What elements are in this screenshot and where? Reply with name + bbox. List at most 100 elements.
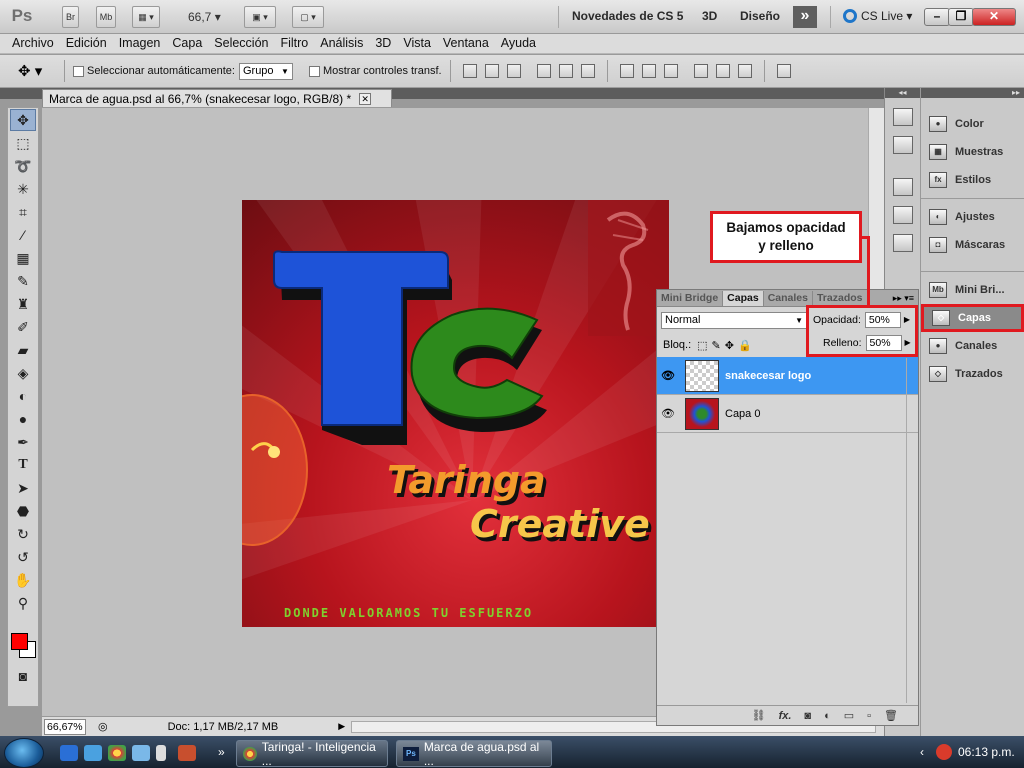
pen-tool-icon[interactable]: ✒ (10, 431, 36, 453)
device-icon[interactable] (156, 745, 166, 761)
move-tool-icon[interactable]: ✥ (10, 109, 36, 131)
workspace-3d[interactable]: 3D (702, 9, 717, 23)
eyedropper-tool-icon[interactable]: ⁄ (10, 224, 36, 246)
history-brush-tool-icon[interactable]: ✐ (10, 316, 36, 338)
align-bottom-icon[interactable] (506, 64, 521, 78)
align-hcenter-icon[interactable] (558, 64, 573, 78)
visibility-eye-icon[interactable]: 👁 (657, 369, 679, 382)
shape-tool-icon[interactable]: ⬣ (10, 500, 36, 522)
adjustment-icon[interactable]: ◐ (824, 710, 831, 722)
dock-item-layers[interactable]: ◇ Capas (921, 304, 1024, 332)
distribute-top-icon[interactable] (619, 64, 634, 78)
type-tool-icon[interactable]: T (10, 454, 36, 476)
marquee-tool-icon[interactable]: ⬚ (10, 132, 36, 154)
artwork-canvas[interactable]: Taringa Creative DONDE VALORAMOS TU ESFU… (242, 200, 669, 627)
mask-icon[interactable]: ◙ (804, 710, 811, 722)
menu-ventana[interactable]: Ventana (437, 34, 495, 53)
path-selection-tool-icon[interactable]: ➤ (10, 477, 36, 499)
screen-mode-button[interactable]: ▢ ▾ (292, 6, 324, 28)
actions-panel-icon[interactable] (892, 136, 913, 154)
distribute-vcenter-icon[interactable] (641, 64, 656, 78)
messenger-icon[interactable] (132, 745, 150, 761)
start-button[interactable] (4, 738, 44, 768)
menu-archivo[interactable]: Archivo (6, 34, 60, 53)
dock-item-masks[interactable]: ◘ Máscaras (921, 231, 1024, 259)
brush-presets-icon[interactable] (892, 206, 913, 224)
ie-icon[interactable] (60, 745, 78, 761)
clone-stamp-tool-icon[interactable]: ♜ (10, 293, 36, 315)
close-button[interactable]: ✕ (972, 8, 1016, 26)
3d-rotate-tool-icon[interactable]: ↻ (10, 523, 36, 545)
workspace-whats-new[interactable]: Novedades de CS 5 (572, 9, 683, 23)
layer-row-snakecesar[interactable]: 👁 snakecesar logo (657, 357, 918, 395)
align-vcenter-icon[interactable] (484, 64, 499, 78)
clock[interactable]: 06:13 p.m. (958, 745, 1015, 759)
collapse-icon[interactable]: ◂◂ (885, 88, 920, 98)
layer-row-capa0[interactable]: 👁 Capa 0 (657, 395, 918, 433)
menu-ayuda[interactable]: Ayuda (495, 34, 542, 53)
explorer-icon[interactable] (84, 745, 102, 761)
visibility-eye-icon[interactable]: 👁 (657, 407, 679, 420)
menu-seleccion[interactable]: Selección (208, 34, 274, 53)
clone-source-icon[interactable] (892, 234, 913, 252)
auto-select-checkbox[interactable] (73, 65, 84, 77)
tab-paths[interactable]: Trazados (812, 290, 868, 306)
folder-icon[interactable] (178, 745, 196, 761)
tab-mini-bridge[interactable]: Mini Bridge (657, 290, 724, 306)
dock-item-color[interactable]: ● Color (921, 110, 1024, 138)
distribute-right-icon[interactable] (737, 64, 752, 78)
auto-align-icon[interactable] (776, 64, 791, 78)
layers-scrollbar[interactable] (906, 358, 916, 703)
hand-tool-icon[interactable]: ✋ (10, 569, 36, 591)
blend-mode-dropdown[interactable]: Normal ▼ (661, 311, 807, 329)
fill-slider-arrow-icon[interactable]: ▶ (905, 338, 911, 347)
tray-arrow-icon[interactable]: ‹ (920, 745, 924, 759)
quick-select-tool-icon[interactable]: ✳ (10, 178, 36, 200)
align-left-icon[interactable] (536, 64, 551, 78)
move-tool-preset-icon[interactable]: ✥ ▾ (18, 62, 56, 80)
auto-select-dropdown[interactable]: Grupo ▼ (238, 62, 293, 80)
document-tab[interactable]: Marca de agua.psd al 66,7% (snakecesar l… (42, 89, 392, 107)
eraser-tool-icon[interactable]: ▰ (10, 339, 36, 361)
status-menu-arrow-icon[interactable]: ▶ (338, 721, 345, 732)
distribute-hcenter-icon[interactable] (715, 64, 730, 78)
menu-vista[interactable]: Vista (397, 34, 437, 53)
taskbar-button-photoshop[interactable]: Ps Marca de agua.psd al ... (396, 740, 552, 768)
lasso-tool-icon[interactable]: ➰ (10, 155, 36, 177)
distribute-left-icon[interactable] (693, 64, 708, 78)
dock-item-adjustments[interactable]: ◐ Ajustes (921, 203, 1024, 231)
menu-capa[interactable]: Capa (166, 34, 208, 53)
paint-bucket-tool-icon[interactable]: ◈ (10, 362, 36, 384)
taskbar-button-chrome[interactable]: Taringa! - Inteligencia ... (236, 740, 388, 768)
foreground-color-swatch[interactable] (11, 633, 28, 650)
view-extras-button[interactable]: ▦ ▾ (132, 6, 160, 28)
bridge-button[interactable]: Br (62, 6, 79, 28)
lock-icons[interactable]: ⬚✎✥🔒 (697, 339, 756, 352)
dock-item-swatches[interactable]: ▦ Muestras (921, 138, 1024, 166)
fill-input[interactable]: 50% (865, 334, 902, 351)
panel-menu-icon[interactable]: ▸▸ ▾≡ (893, 293, 918, 304)
close-tab-icon[interactable]: ✕ (359, 92, 372, 105)
workspace-design[interactable]: Diseño (740, 9, 780, 23)
dock-item-minibridge[interactable]: Mb Mini Bri... (921, 276, 1024, 304)
zoom-blur-tool-icon[interactable]: ● (10, 408, 36, 430)
opacity-slider-arrow-icon[interactable]: ▶ (904, 315, 910, 324)
more-workspaces-button[interactable]: » (793, 6, 817, 28)
dock-item-styles[interactable]: fx Estilos (921, 166, 1024, 194)
chrome-icon[interactable] (108, 745, 126, 761)
menu-analisis[interactable]: Análisis (314, 34, 369, 53)
healing-brush-tool-icon[interactable]: ▦ (10, 247, 36, 269)
tab-layers[interactable]: Capas (723, 290, 764, 306)
restore-button[interactable]: ❐ (948, 8, 974, 26)
tray-app-icon[interactable] (936, 744, 952, 760)
zoom-level[interactable]: 66,7 ▾ (188, 10, 221, 24)
menu-3d[interactable]: 3D (369, 34, 397, 53)
quick-mask-icon[interactable]: ◙ (10, 665, 36, 687)
fx-icon[interactable]: fx. (779, 710, 792, 722)
taskbar-overflow-chevron[interactable]: » (218, 745, 225, 759)
brush-tool-icon[interactable]: ✎ (10, 270, 36, 292)
minibridge-button[interactable]: Mb (96, 6, 116, 28)
opacity-input[interactable]: 50% (864, 311, 901, 328)
link-icon[interactable]: ⛓ (752, 709, 766, 722)
distribute-bottom-icon[interactable] (663, 64, 678, 78)
